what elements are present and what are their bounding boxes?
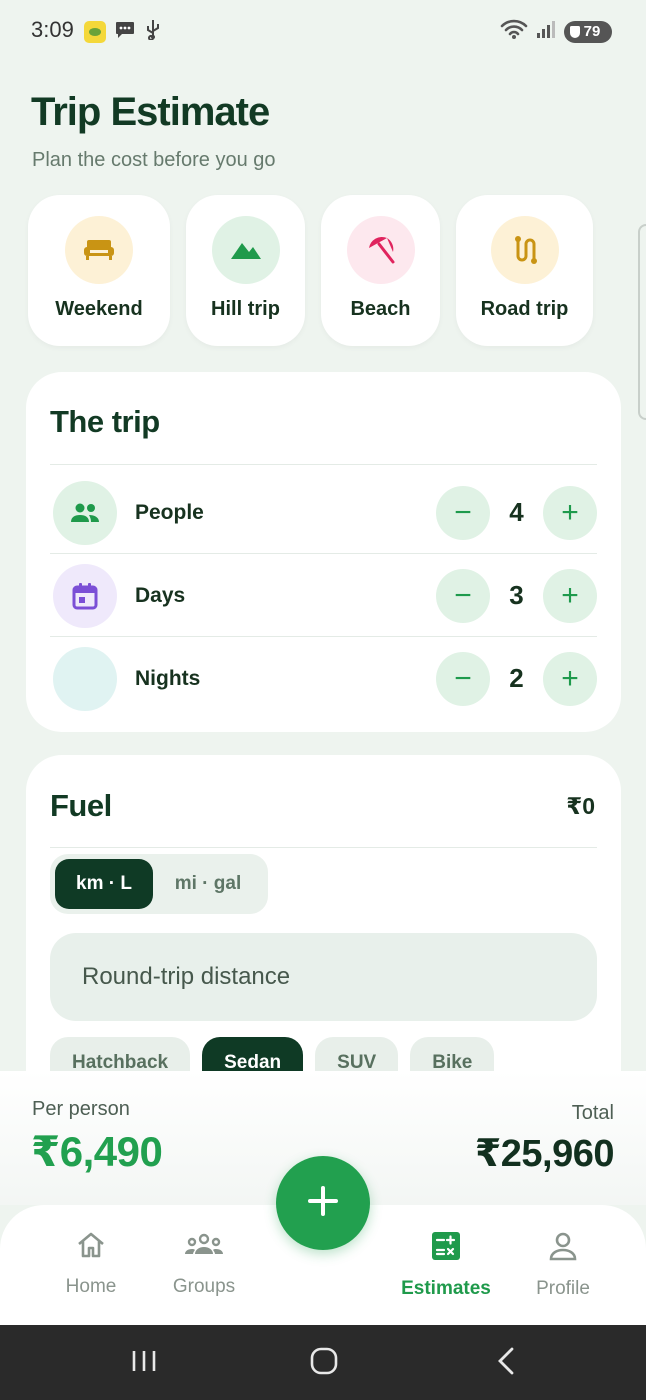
- scroll-handle[interactable]: [638, 224, 646, 420]
- nav-estimates[interactable]: Estimates: [391, 1231, 501, 1300]
- people-value: 4: [509, 497, 524, 527]
- people-stepper: − 4 +: [436, 485, 597, 540]
- umbrella-icon: [346, 216, 415, 284]
- trip-card-title: The trip: [50, 404, 160, 439]
- nights-label: Nights: [135, 666, 201, 690]
- people-row: People − 4 +: [50, 471, 597, 554]
- battery-level: 79: [583, 23, 601, 40]
- moon-icon: [53, 646, 117, 711]
- people-decrement-button[interactable]: −: [436, 485, 490, 540]
- preset-road-trip[interactable]: Road trip: [456, 195, 593, 346]
- nav-home[interactable]: Home: [36, 1231, 146, 1298]
- preset-label: Weekend: [55, 298, 143, 320]
- chat-icon: [114, 18, 136, 45]
- sofa-icon: [65, 216, 133, 284]
- total-label: Total: [571, 1102, 614, 1124]
- days-stepper: − 3 +: [436, 568, 597, 623]
- preset-hill-trip[interactable]: Hill trip: [186, 195, 305, 346]
- calendar-icon: [53, 563, 117, 628]
- days-row: Days − 3 +: [50, 554, 597, 637]
- nav-label: Groups: [172, 1276, 236, 1297]
- people-icon: [53, 480, 117, 545]
- nights-decrement-button[interactable]: −: [436, 651, 490, 706]
- unit-km-l[interactable]: km · L: [55, 859, 153, 909]
- page-title: Trip Estimate: [31, 90, 270, 134]
- nights-value: 2: [509, 663, 524, 693]
- page-subtitle: Plan the cost before you go: [32, 149, 276, 171]
- distance-input[interactable]: Round-trip distance: [50, 933, 597, 1021]
- route-icon: [490, 216, 559, 284]
- nav-label: Profile: [536, 1278, 590, 1299]
- preset-beach[interactable]: Beach: [321, 195, 440, 346]
- divider: [50, 464, 597, 465]
- preset-label: Beach: [350, 298, 411, 320]
- people-label: People: [135, 500, 204, 524]
- nights-stepper: − 2 +: [436, 651, 597, 706]
- trip-card: The trip People − 4 + Days − 3 + Nights …: [26, 372, 621, 732]
- days-increment-button[interactable]: +: [543, 568, 597, 623]
- nav-label: Estimates: [401, 1278, 491, 1299]
- plus-icon: [306, 1184, 340, 1223]
- back-icon[interactable]: [494, 1345, 518, 1382]
- days-label: Days: [135, 583, 186, 607]
- wifi-icon: [500, 18, 528, 45]
- fuel-card-title: Fuel: [50, 788, 112, 823]
- recent-apps-icon[interactable]: [130, 1345, 158, 1382]
- nights-row: Nights − 2 +: [50, 637, 597, 720]
- trip-presets: Weekend Hill trip Beach Road trip: [28, 195, 593, 346]
- nav-groups[interactable]: Groups: [149, 1231, 259, 1298]
- status-bar: 3:09 79: [0, 0, 646, 60]
- fuel-total: ₹0: [566, 793, 595, 819]
- calculator-icon: [431, 1231, 461, 1266]
- per-person-value: ₹6,490: [31, 1128, 163, 1175]
- nights-increment-button[interactable]: +: [543, 651, 597, 706]
- status-time: 3:09: [31, 17, 74, 42]
- nav-profile[interactable]: Profile: [508, 1231, 618, 1300]
- signal-icon: [536, 18, 556, 45]
- days-decrement-button[interactable]: −: [436, 568, 490, 623]
- nav-label: Home: [65, 1276, 117, 1297]
- total-value: ₹25,960: [474, 1133, 615, 1175]
- battery-icon: 79: [564, 20, 612, 43]
- days-value: 3: [509, 580, 524, 610]
- unit-mi-gal[interactable]: mi · gal: [153, 859, 263, 909]
- people-increment-button[interactable]: +: [543, 485, 597, 540]
- per-person-label: Per person: [32, 1098, 130, 1120]
- home-icon: [76, 1231, 106, 1264]
- preset-label: Road trip: [480, 298, 569, 320]
- lemon-app-icon: [84, 20, 106, 43]
- add-button[interactable]: [276, 1156, 370, 1250]
- system-nav-bar: [0, 1325, 646, 1400]
- usb-icon: [144, 18, 162, 45]
- groups-icon: [184, 1231, 224, 1264]
- unit-toggle: km · L mi · gal: [50, 854, 268, 914]
- preset-label: Hill trip: [211, 298, 280, 320]
- home-system-icon[interactable]: [309, 1345, 339, 1382]
- profile-icon: [549, 1231, 577, 1266]
- mountain-icon: [211, 216, 280, 284]
- divider: [50, 847, 597, 848]
- preset-weekend[interactable]: Weekend: [28, 195, 170, 346]
